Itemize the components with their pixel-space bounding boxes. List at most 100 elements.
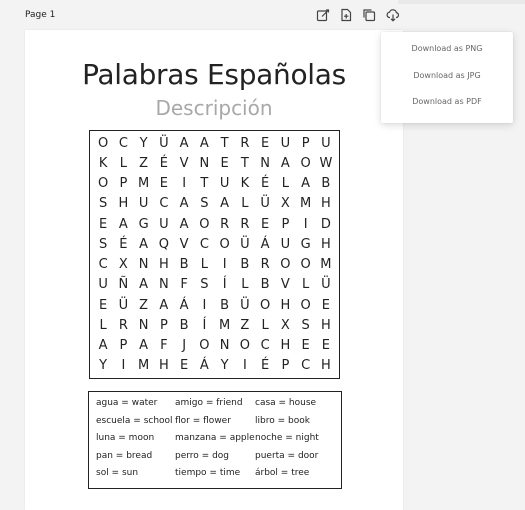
grid-cell: E <box>180 358 189 374</box>
word-list-item: puerta = door <box>255 450 319 461</box>
grid-cell: Ü <box>240 297 250 313</box>
grid-cell: É <box>159 155 168 171</box>
grid-cell: M <box>138 176 150 192</box>
word-list-item: amigo = friend <box>175 398 243 408</box>
grid-cell: O <box>300 257 311 273</box>
grid-cell: C <box>159 196 169 212</box>
grid-cell: X <box>280 317 290 333</box>
grid-cell: U <box>280 135 291 151</box>
download-menu: Download as PNG Download as JPG Download… <box>381 32 513 123</box>
grid-cell: É <box>261 358 270 374</box>
grid-cell: I <box>182 176 187 192</box>
grid-cell: L <box>261 317 269 333</box>
grid-cell: N <box>199 155 210 171</box>
grid-cell: A <box>301 176 311 192</box>
grid-cell: E <box>159 176 168 192</box>
grid-cell: O <box>219 236 230 252</box>
grid-cell: E <box>99 297 108 313</box>
grid-cell: I <box>202 297 207 313</box>
grid-cell: A <box>139 277 149 293</box>
grid-cell: F <box>180 277 188 293</box>
grid-cell: H <box>118 196 129 212</box>
grid-cell: U <box>98 277 108 293</box>
grid-cell: U <box>321 135 331 151</box>
grid-cell: O <box>98 135 109 151</box>
grid-cell: Q <box>158 236 169 252</box>
grid-cell: I <box>303 216 308 232</box>
grid-cell: U <box>138 196 149 212</box>
grid-cell: O <box>98 176 109 192</box>
grid-cell: F <box>160 338 168 354</box>
grid-cell: E <box>301 338 310 354</box>
grid-cell: Z <box>139 155 149 171</box>
word-list-item: casa = house <box>255 398 317 408</box>
download-pdf-option[interactable]: Download as PDF <box>381 97 513 106</box>
grid-cell: S <box>98 236 108 252</box>
grid-cell: B <box>179 257 189 273</box>
grid-cell: L <box>302 277 310 293</box>
grid-cell: E <box>261 216 270 232</box>
grid-cell: N <box>219 338 230 354</box>
grid-cell: T <box>220 135 229 151</box>
grid-cell: Á <box>179 297 189 313</box>
grid-cell: A <box>280 155 290 171</box>
grid-cell: L <box>200 257 208 273</box>
grid-cell: O <box>199 338 210 354</box>
grid-cell: V <box>179 155 189 171</box>
grid-cell: D <box>320 216 331 232</box>
grid-cell: E <box>321 338 330 354</box>
grid-cell: C <box>98 257 108 273</box>
word-list-item: perro = dog <box>175 450 229 461</box>
grid-cell: A <box>179 135 189 151</box>
grid-cell: N <box>138 257 149 273</box>
word-list-item: libro = book <box>255 415 310 426</box>
add-page-icon[interactable] <box>339 8 353 22</box>
download-png-option[interactable]: Download as PNG <box>381 44 513 53</box>
word-list-item: manzana = apple <box>175 433 255 443</box>
word-list-item: noche = night <box>255 433 319 443</box>
grid-cell: O <box>260 297 271 313</box>
grid-cell: U <box>219 176 230 192</box>
grid-cell: M <box>138 358 150 374</box>
download-jpg-option[interactable]: Download as JPG <box>381 71 513 80</box>
grid-cell: A <box>139 236 149 252</box>
grid-cell: E <box>220 155 229 171</box>
grid-cell: H <box>320 196 331 212</box>
grid-cell: I <box>222 257 227 273</box>
duplicate-icon[interactable] <box>362 8 376 22</box>
grid-cell: B <box>321 176 331 192</box>
grid-cell: B <box>179 317 189 333</box>
grid-cell: C <box>118 135 128 151</box>
grid-cell: E <box>321 297 330 313</box>
grid-cell: U <box>159 216 169 232</box>
word-list-item: árbol = tree <box>255 468 310 478</box>
grid-cell: M <box>320 257 332 273</box>
grid-cell: M <box>300 196 312 212</box>
download-icon[interactable] <box>386 8 400 22</box>
grid-cell: R <box>260 257 270 273</box>
grid-cell: A <box>139 338 149 354</box>
word-list-item: luna = moon <box>96 433 155 443</box>
grid-cell: V <box>280 277 290 293</box>
grid-cell: X <box>118 257 128 273</box>
word-search-grid: OCYÜAATREUPUKLZÉVNETNAOWOPMEITUKÉLABSHUC… <box>89 130 340 379</box>
grid-cell: P <box>281 358 290 374</box>
grid-cell: I <box>121 358 126 374</box>
grid-cell: P <box>119 176 128 192</box>
grid-cell: A <box>179 196 189 212</box>
grid-cell: M <box>219 317 231 333</box>
grid-cell: Y <box>220 358 229 374</box>
grid-cell: U <box>280 236 291 252</box>
grid-cell: L <box>281 176 289 192</box>
grid-cell: N <box>260 155 270 171</box>
grid-cell: Ü <box>260 196 270 212</box>
grid-cell: T <box>240 155 249 171</box>
grid-cell: H <box>280 338 291 354</box>
edit-icon[interactable] <box>316 8 330 22</box>
grid-cell: É <box>119 236 128 252</box>
grid-cell: Á <box>260 236 270 252</box>
grid-cell: S <box>200 277 209 293</box>
grid-cell: X <box>280 196 290 212</box>
document-subtitle: Descripción <box>155 96 273 120</box>
grid-cell: A <box>199 135 209 151</box>
